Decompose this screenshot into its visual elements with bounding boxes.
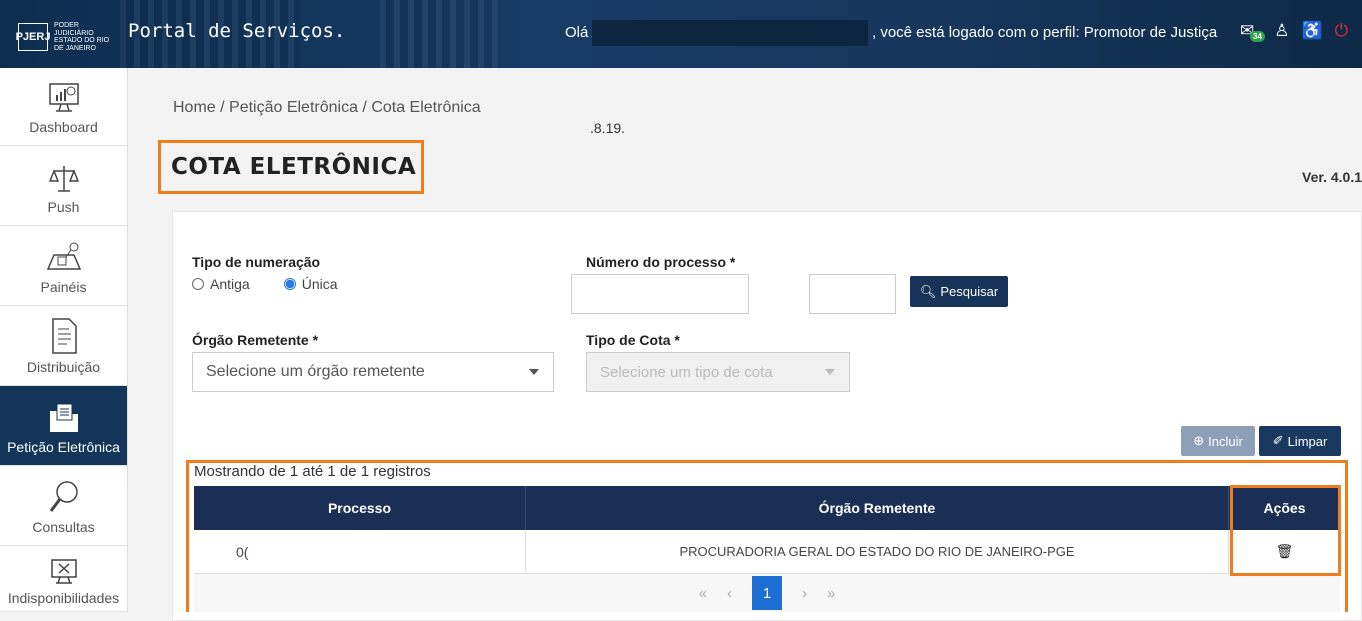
tipo-cota-select[interactable]: Selecione um tipo de cota [586,352,850,392]
portal-title: Portal de Serviços. [128,20,346,42]
next-page-button[interactable]: › [802,585,807,602]
folder-document-icon [49,403,78,432]
limpar-label: Limpar [1287,433,1328,449]
header-background-decoration [380,0,500,68]
tipo-cota-placeholder: Selecione um tipo de cota [600,363,773,381]
panel-board-icon [46,242,81,270]
top-header: PJERJ PODER JUDICIÁRIO ESTADO DO RIO DE … [0,0,1362,68]
messages-icon[interactable]: ✉ 34 [1240,21,1265,42]
incluir-label: Incluir [1208,433,1243,449]
chevron-down-icon [825,369,835,375]
sidebar-item-label: Indisponibilidades [7,590,120,606]
monitor-error-icon [50,559,77,584]
eraser-icon: ✐ [1272,433,1284,448]
first-page-button[interactable]: « [699,585,707,602]
radio-unica-label: Única [301,276,338,292]
numero-processo-suffix-field[interactable] [809,274,896,314]
sidebar-item-distribuicao[interactable]: Distribuição [0,306,127,386]
sidebar-item-label: Consultas [32,519,95,535]
document-icon [51,318,77,354]
current-page-button[interactable]: 1 [752,576,782,610]
tipo-numeracao-label: Tipo de numeração [192,254,321,270]
orgao-remetente-select[interactable]: Selecione um órgão remetente [192,352,554,392]
user-icon[interactable]: ♙ [1274,21,1289,41]
numero-processo-label: Número do processo * [586,254,736,270]
plus-circle-icon: ⊕ [1193,433,1205,448]
incluir-button[interactable]: ⊕ Incluir [1181,426,1255,456]
page-title: COTA ELETRÔNICA [171,154,417,180]
orgao-remetente-label: Órgão Remetente * [192,332,319,348]
processo-cell: 0( [194,530,526,573]
sidebar-item-label: Distribuição [26,359,101,375]
radio-antiga[interactable] [192,278,204,290]
header-icons: ✉ 34 ♙ ♿ ⏻ [1240,21,1348,42]
last-page-button[interactable]: » [827,585,835,602]
table-row[interactable]: 0( PROCURADORIA GERAL DO ESTADO DO RIO D… [194,530,1340,574]
profile-text: , você está logado com o perfil: Promoto… [872,24,1218,41]
sidebar-item-label: Painéis [40,279,87,295]
dashboard-icon [48,83,79,112]
logo-subtitle: PODER JUDICIÁRIO ESTADO DO RIO DE JANEIR… [54,22,110,53]
sidebar-item-label: Push [47,199,80,215]
pesquisar-button[interactable]: 🔍︎ Pesquisar [910,276,1008,307]
column-header-orgao[interactable]: Órgão Remetente [526,486,1229,530]
limpar-button[interactable]: ✐ Limpar [1259,426,1341,456]
scales-icon [48,166,79,192]
table-header: Processo Órgão Remetente Ações [194,486,1340,530]
messages-badge: 34 [1250,31,1265,42]
court-logo[interactable]: PJERJ PODER JUDICIÁRIO ESTADO DO RIO DE … [16,22,114,53]
orgao-cell: PROCURADORIA GERAL DO ESTADO DO RIO DE J… [526,530,1229,573]
radio-unica[interactable] [283,278,296,290]
column-header-processo[interactable]: Processo [194,486,526,530]
sidebar-item-paineis[interactable]: Painéis [0,226,127,306]
sidebar-item-push[interactable]: Push [0,146,127,226]
sidebar-item-indisponibilidades[interactable]: Indisponibilidades [0,546,127,612]
acoes-highlight [1230,485,1341,576]
breadcrumb[interactable]: Home / Petição Eletrônica / Cota Eletrôn… [173,99,481,117]
sidebar-item-dashboard[interactable]: Dashboard [0,68,127,146]
page-title-highlight: COTA ELETRÔNICA [158,140,424,194]
sidebar-item-peticao-eletronica[interactable]: Petição Eletrônica [0,386,127,466]
sidebar: Dashboard Push Painéis Distribuição Peti… [0,68,128,612]
sidebar-item-label: Petição Eletrônica [7,439,120,455]
numero-processo-field[interactable] [571,274,749,314]
numero-separator: .8.19. [590,120,626,136]
prev-page-button[interactable]: ‹ [727,585,732,602]
logout-icon[interactable]: ⏻ [1335,21,1348,41]
accessibility-icon[interactable]: ♿ [1302,21,1323,41]
search-magnifier-icon [49,481,78,512]
pagination: « ‹ 1 › » [194,574,1340,612]
orgao-remetente-placeholder: Selecione um órgão remetente [206,363,425,380]
tipo-numeracao-radios: Antiga Única [192,276,338,292]
sidebar-item-consultas[interactable]: Consultas [0,466,127,546]
pesquisar-label: Pesquisar [940,284,999,299]
logo-mark: PJERJ [16,23,50,52]
records-count: Mostrando de 1 até 1 de 1 registros [194,463,431,480]
chevron-down-icon [529,369,539,375]
tipo-cota-label: Tipo de Cota * [586,332,680,348]
version-label: Ver. 4.0.1 [1302,169,1362,185]
sidebar-item-label: Dashboard [29,119,98,135]
search-icon: 🔍︎ [919,283,937,299]
radio-antiga-label: Antiga [210,276,250,292]
redacted-username [592,20,868,46]
